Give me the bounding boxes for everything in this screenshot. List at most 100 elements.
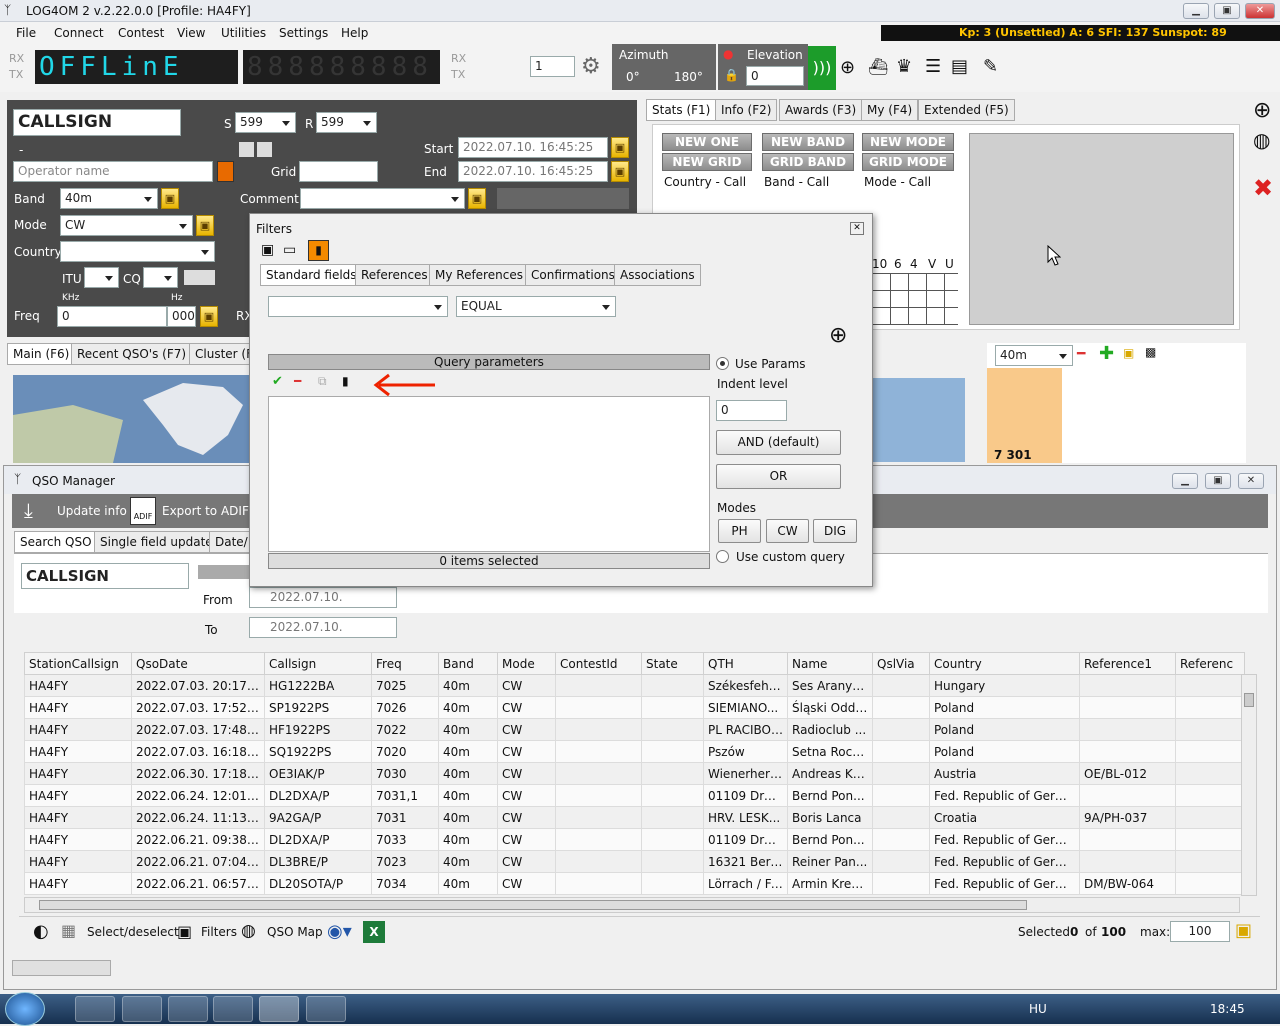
to-date-picker[interactable]: 2022.07.10. (249, 617, 397, 638)
col-callsign[interactable]: Callsign (264, 652, 372, 675)
band-select[interactable]: 40m (60, 188, 158, 209)
lock-icon[interactable]: 🔒 (724, 68, 739, 82)
mode-select[interactable]: CW (60, 215, 193, 236)
end-datetime[interactable]: 2022.07.10. 16:45:25 (458, 161, 608, 182)
download-icon[interactable]: ⤓ (24, 498, 33, 522)
menu-help[interactable]: Help (341, 26, 368, 40)
dig-button[interactable]: DIG (813, 519, 857, 543)
filters-close-button[interactable]: ✕ (850, 222, 864, 235)
table-row[interactable]: HA4FY 2022.06.24. 11:13:53 9A2GA/P 7031 40m C… (24, 806, 1245, 829)
menu-settings[interactable]: Settings (279, 26, 328, 40)
field-select[interactable] (268, 296, 448, 317)
earth-dropdown-icon[interactable]: ◉▾ (327, 921, 352, 942)
start-datetime[interactable]: 2022.07.10. 16:45:25 (458, 137, 608, 158)
cw-button[interactable]: CW (766, 519, 809, 543)
indent-level-spinner[interactable]: 0 (716, 400, 787, 421)
country-select[interactable] (60, 241, 215, 262)
tab-extended[interactable]: Extended (F5) (918, 99, 1015, 121)
filter-tab-associations[interactable]: Associations (614, 264, 701, 286)
r-report-select[interactable]: 599 (316, 112, 377, 133)
minimize-button[interactable]: ▁ (1183, 3, 1209, 19)
table-row[interactable]: HA4FY 2022.07.03. 17:52:35 SP1922PS 7026 40m… (24, 696, 1245, 719)
tab-awards[interactable]: Awards (F3) (779, 99, 863, 121)
start-button[interactable] (5, 992, 45, 1026)
qso-map-button[interactable]: QSO Map (267, 925, 323, 939)
cq-select[interactable] (143, 267, 178, 288)
taskbar-app6[interactable] (306, 996, 346, 1022)
maximize-button[interactable]: ▣ (1214, 3, 1240, 19)
freq-khz-input[interactable]: 0 (57, 306, 167, 327)
square-b[interactable] (257, 142, 272, 157)
band-lock-icon[interactable]: ▣ (161, 188, 179, 209)
filter-tab-confirmations[interactable]: Confirmations (525, 264, 621, 286)
bottom-lock-icon[interactable]: ▣ (1235, 920, 1252, 941)
camera-icon[interactable]: ▩ (1145, 345, 1156, 359)
use-params-radio[interactable] (716, 357, 729, 370)
horizontal-scrollbar[interactable] (24, 897, 1240, 913)
tab-my[interactable]: My (F4) (861, 99, 919, 121)
menu-utilities[interactable]: Utilities (221, 26, 266, 40)
qso-map-icon[interactable]: ◍ (241, 921, 256, 941)
filter-icon[interactable]: ▣ (177, 922, 192, 941)
close-red-icon[interactable]: ✖ (1253, 174, 1273, 202)
col-name[interactable]: Name (787, 652, 873, 675)
col-qsodate[interactable]: QsoDate (131, 652, 265, 675)
pen-icon[interactable]: ✎ (983, 56, 998, 77)
max-input[interactable]: 100 (1170, 921, 1230, 942)
close-button[interactable]: ✕ (1245, 3, 1275, 19)
tab-main[interactable]: Main (F6) (7, 343, 76, 365)
freq-hz-input[interactable]: 000 (167, 306, 196, 327)
azimuth-0[interactable]: 0° (626, 70, 640, 84)
filters-button[interactable]: Filters (201, 925, 237, 939)
bandmap-band-select[interactable]: 40m (995, 345, 1073, 366)
stop-icon[interactable]: ● (723, 47, 733, 61)
tab-info[interactable]: Info (F2) (715, 99, 778, 121)
taskbar-log4om[interactable] (259, 996, 299, 1022)
elevation-input[interactable]: 0 (746, 66, 804, 86)
tab-stats[interactable]: Stats (F1) (646, 99, 717, 121)
refresh-icon[interactable]: ◐ (33, 921, 49, 942)
delete-icon[interactable]: ▮ (308, 240, 329, 261)
globe-small-icon[interactable]: ◍ (1253, 128, 1270, 152)
or-button[interactable]: OR (716, 464, 841, 489)
copy-icon[interactable]: ⧉ (318, 374, 327, 389)
tab-single-field-update[interactable]: Single field update (94, 531, 219, 553)
table-row[interactable]: HA4FY 2022.06.21. 07:04:21 DL3BRE/P 7023 40m… (24, 850, 1245, 873)
custom-query-radio[interactable] (716, 550, 729, 563)
itu-select[interactable] (84, 267, 119, 288)
from-date-picker[interactable]: 2022.07.10. (249, 587, 397, 608)
grid-input[interactable] (299, 161, 378, 182)
freq-lock-icon[interactable]: ▣ (200, 306, 218, 327)
remove-icon[interactable]: ━ (294, 374, 301, 388)
adif-icon[interactable]: ADIF (130, 497, 156, 525)
qso-minimize-button[interactable]: ▁ (1172, 473, 1198, 489)
export-adif-button[interactable]: Export to ADIF (162, 504, 249, 518)
tab-recent-qsos[interactable]: Recent QSO's (F7) (71, 343, 193, 365)
tab-search-qso[interactable]: Search QSO (14, 531, 98, 553)
qso-close-button[interactable]: ✕ (1238, 473, 1264, 489)
col-qslvia[interactable]: QslVia (872, 652, 930, 675)
counter-spinner[interactable]: 1 (530, 56, 575, 77)
comment-lock-icon[interactable]: ▣ (468, 188, 486, 209)
radio-icon[interactable]: ▤ (951, 56, 968, 77)
taskbar-explorer[interactable] (75, 996, 115, 1022)
taskbar-firefox[interactable] (213, 996, 253, 1022)
operator-name-input[interactable]: Operator name (13, 161, 213, 182)
plus-icon[interactable]: ✚ (1099, 343, 1114, 364)
trash-icon[interactable]: ▮ (342, 374, 349, 388)
update-info-button[interactable]: Update info (57, 504, 127, 518)
query-params-list[interactable] (268, 396, 710, 552)
ship-icon[interactable]: ⛴ (868, 57, 888, 76)
grid-icon[interactable]: ▦ (61, 921, 76, 940)
table-row[interactable]: HA4FY 2022.06.21. 06:57:02 DL20SOTA/P 7034 4… (24, 872, 1245, 895)
server-icon[interactable]: ☰ (925, 56, 941, 77)
menu-contest[interactable]: Contest (118, 26, 164, 40)
start-lock-icon[interactable]: ▣ (611, 137, 629, 158)
taskbar-app3[interactable] (168, 996, 208, 1022)
col-freq[interactable]: Freq (371, 652, 439, 675)
signal-icon[interactable]: ))) (808, 46, 836, 90)
and-button[interactable]: AND (default) (716, 430, 841, 455)
add-circle-icon[interactable]: ⊕ (1253, 98, 1271, 123)
world-map[interactable] (13, 375, 250, 463)
square-a[interactable] (239, 142, 254, 157)
